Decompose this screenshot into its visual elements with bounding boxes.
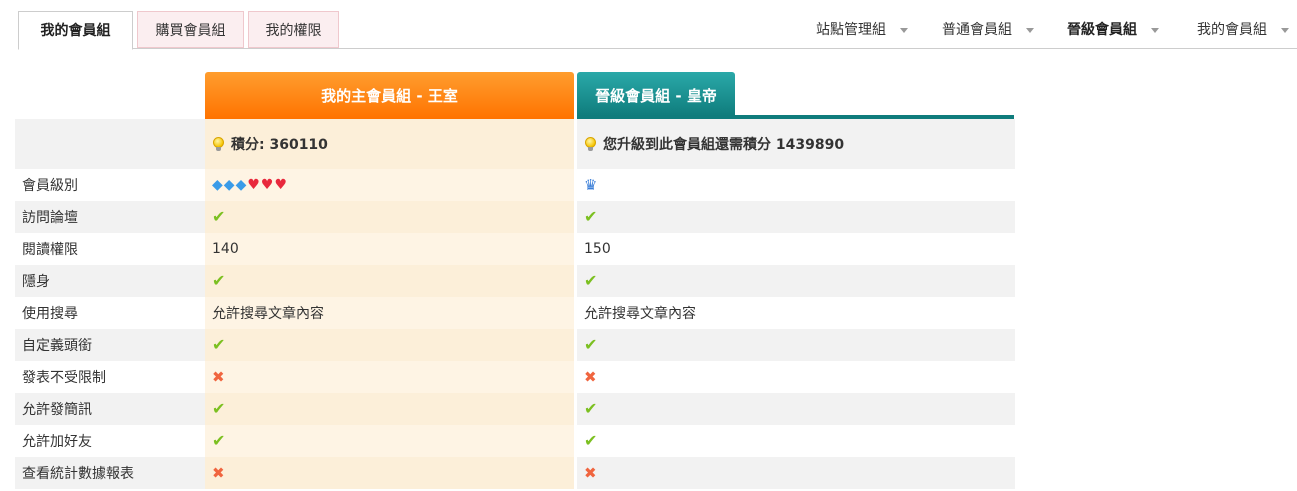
cell-value: 允許搜尋文章內容 bbox=[212, 306, 324, 322]
upgrade-group-value: 允許搜尋文章內容 bbox=[577, 297, 1015, 329]
current-group-value: ✔ bbox=[205, 425, 574, 457]
lightbulb-icon bbox=[212, 136, 224, 152]
table-row: 發表不受限制 ✖ ✖ bbox=[15, 361, 1015, 393]
cell-value: 140 bbox=[212, 241, 239, 257]
check-icon: ✔ bbox=[584, 271, 598, 290]
row-label: 發表不受限制 bbox=[15, 361, 205, 393]
check-icon: ✔ bbox=[212, 207, 226, 226]
upgrade-group-header[interactable]: 晉級會員組 - 皇帝 bbox=[577, 72, 735, 116]
current-group-value: ✔ bbox=[205, 329, 574, 361]
cross-icon: ✖ bbox=[584, 463, 597, 482]
tab-bar: 我的會員組 購買會員組 我的權限 站點管理組 普通會員組 晉級會員組 我的會員組 bbox=[0, 0, 1297, 50]
check-icon: ✔ bbox=[584, 207, 598, 226]
rank-icons: ◆◆◆♥♥♥ bbox=[212, 177, 288, 193]
row-label: 允許加好友 bbox=[15, 425, 205, 457]
current-group-value: ✔ bbox=[205, 393, 574, 425]
points-needed-cell: 您升級到此會員組還需積分 1439890 bbox=[577, 119, 1015, 169]
tab-my-usergroup[interactable]: 我的會員組 bbox=[18, 11, 133, 50]
permissions-table: 積分: 360110 您升級到此會員組還需積分 1439890 會員級別 ◆◆◆♥… bbox=[15, 119, 1015, 489]
table-row: 會員級別 ◆◆◆♥♥♥ ♛ bbox=[15, 169, 1015, 201]
current-group-value: ◆◆◆♥♥♥ bbox=[205, 169, 574, 201]
table-cell-label bbox=[15, 119, 205, 169]
points-needed-text: 您升級到此會員組還需積分 1439890 bbox=[603, 137, 845, 153]
chevron-down-icon bbox=[1151, 27, 1159, 33]
table-row: 使用搜尋 允許搜尋文章內容 允許搜尋文章內容 bbox=[15, 297, 1015, 329]
nav-normal-groups[interactable]: 普通會員組 bbox=[942, 18, 1034, 42]
chevron-down-icon bbox=[1281, 27, 1289, 33]
check-icon: ✔ bbox=[584, 335, 598, 354]
tab-buy-usergroup[interactable]: 購買會員組 bbox=[137, 11, 244, 48]
nav-upgrade-groups[interactable]: 晉級會員組 bbox=[1067, 18, 1159, 42]
diamond-icon: ◆ bbox=[235, 177, 247, 193]
current-group-value: ✔ bbox=[205, 265, 574, 297]
nav-site-admin-groups[interactable]: 站點管理組 bbox=[816, 18, 908, 42]
my-group-header: 我的主會員組 - 王室 bbox=[205, 72, 574, 119]
check-icon: ✔ bbox=[584, 431, 598, 450]
upgrade-group-value: ✔ bbox=[577, 393, 1015, 425]
upgrade-group-value: ✔ bbox=[577, 201, 1015, 233]
row-label: 會員級別 bbox=[15, 169, 205, 201]
check-icon: ✔ bbox=[212, 271, 226, 290]
row-label: 隱身 bbox=[15, 265, 205, 297]
table-row: 允許發簡訊 ✔ ✔ bbox=[15, 393, 1015, 425]
upgrade-group-value: ✔ bbox=[577, 329, 1015, 361]
cell-value: 允許搜尋文章內容 bbox=[584, 306, 696, 322]
diamond-icon: ◆ bbox=[223, 177, 235, 193]
check-icon: ✔ bbox=[212, 399, 226, 418]
check-icon: ✔ bbox=[212, 335, 226, 354]
lightbulb-icon bbox=[584, 136, 596, 152]
heart-icon: ♥ bbox=[274, 177, 288, 193]
diamond-icon: ◆ bbox=[212, 177, 223, 193]
table-row: 閱讀權限 140 150 bbox=[15, 233, 1015, 265]
row-label: 訪問論壇 bbox=[15, 201, 205, 233]
current-group-value: 允許搜尋文章內容 bbox=[205, 297, 574, 329]
check-icon: ✔ bbox=[212, 431, 226, 450]
upgrade-group-value: ✖ bbox=[577, 361, 1015, 393]
upgrade-group-value: 150 bbox=[577, 233, 1015, 265]
row-label: 閱讀權限 bbox=[15, 233, 205, 265]
check-icon: ✔ bbox=[584, 399, 598, 418]
current-points-cell: 積分: 360110 bbox=[205, 119, 574, 169]
nav-label: 晉級會員組 bbox=[1067, 22, 1137, 38]
upgrade-group-value: ✔ bbox=[577, 425, 1015, 457]
nav-label: 普通會員組 bbox=[942, 22, 1012, 38]
table-row: 訪問論壇 ✔ ✔ bbox=[15, 201, 1015, 233]
row-label: 允許發簡訊 bbox=[15, 393, 205, 425]
crown-icon: ♛ bbox=[584, 176, 598, 194]
tab-my-permissions[interactable]: 我的權限 bbox=[248, 11, 339, 48]
current-points-text: 積分: 360110 bbox=[231, 137, 328, 153]
upgrade-group-value: ♛ bbox=[577, 169, 1015, 201]
upgrade-group-value: ✔ bbox=[577, 265, 1015, 297]
cross-icon: ✖ bbox=[212, 463, 225, 482]
current-group-value: ✖ bbox=[205, 361, 574, 393]
row-label: 查看統計數據報表 bbox=[15, 457, 205, 489]
cell-value: 150 bbox=[584, 241, 611, 257]
table-row: 自定義頭銜 ✔ ✔ bbox=[15, 329, 1015, 361]
row-label: 自定義頭銜 bbox=[15, 329, 205, 361]
nav-my-groups[interactable]: 我的會員組 bbox=[1197, 18, 1289, 42]
table-row: 隱身 ✔ ✔ bbox=[15, 265, 1015, 297]
cross-icon: ✖ bbox=[212, 367, 225, 386]
cross-icon: ✖ bbox=[584, 367, 597, 386]
table-row: 允許加好友 ✔ ✔ bbox=[15, 425, 1015, 457]
chevron-down-icon bbox=[900, 27, 908, 33]
table-row: 查看統計數據報表 ✖ ✖ bbox=[15, 457, 1015, 489]
upgrade-group-value: ✖ bbox=[577, 457, 1015, 489]
current-group-value: 140 bbox=[205, 233, 574, 265]
heart-icon: ♥ bbox=[247, 177, 260, 193]
chevron-down-icon bbox=[1026, 27, 1034, 33]
nav-label: 我的會員組 bbox=[1197, 22, 1267, 38]
current-group-value: ✖ bbox=[205, 457, 574, 489]
heart-icon: ♥ bbox=[260, 177, 274, 193]
points-row: 積分: 360110 您升級到此會員組還需積分 1439890 bbox=[15, 119, 1015, 169]
row-label: 使用搜尋 bbox=[15, 297, 205, 329]
nav-label: 站點管理組 bbox=[816, 22, 886, 38]
current-group-value: ✔ bbox=[205, 201, 574, 233]
